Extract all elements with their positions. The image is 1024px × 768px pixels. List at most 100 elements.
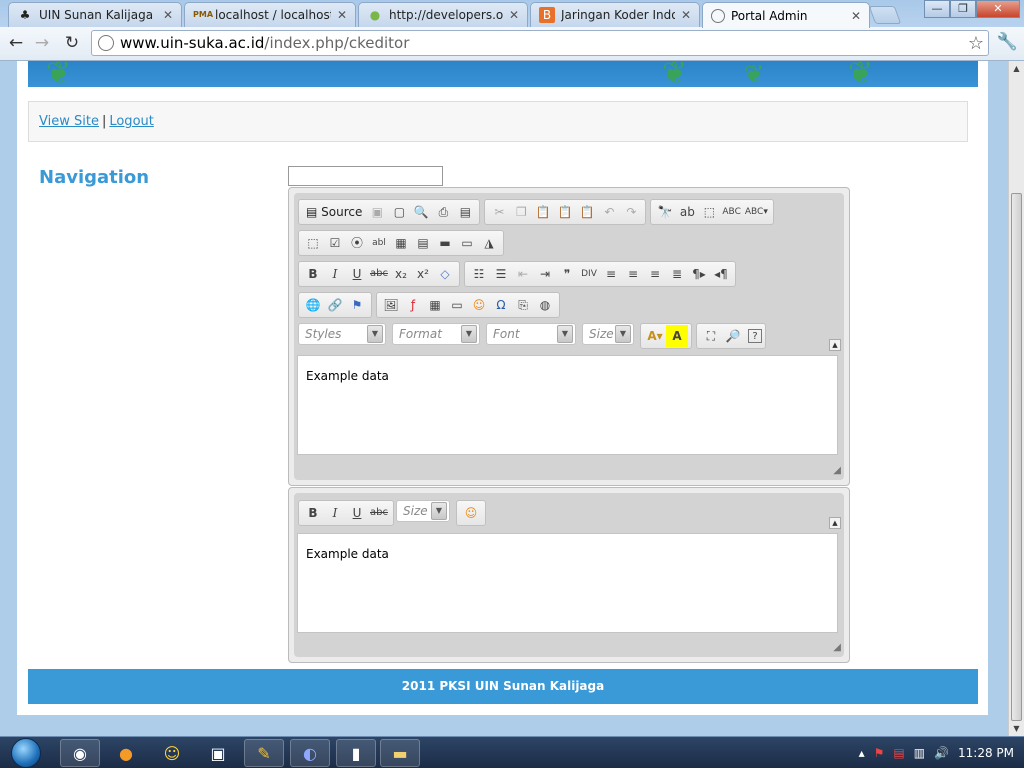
title-input[interactable]: [288, 166, 443, 186]
back-button[interactable]: ←: [4, 32, 28, 54]
eclipse-taskbar-icon[interactable]: ◐: [290, 739, 330, 767]
editor-content-area[interactable]: Example data: [297, 355, 838, 455]
numbered-list-icon[interactable]: ☷: [468, 263, 490, 285]
align-center-icon[interactable]: ≡: [622, 263, 644, 285]
superscript-icon[interactable]: x²: [412, 263, 434, 285]
italic-icon[interactable]: I: [324, 502, 346, 524]
paste-icon[interactable]: 📋: [532, 201, 554, 223]
font-dropdown[interactable]: Font ▼: [486, 323, 576, 345]
minimize-button[interactable]: —: [924, 0, 950, 18]
hidden-field-icon[interactable]: ◮: [478, 232, 500, 254]
tab-jaringan-koder[interactable]: B Jaringan Koder Indones ✕: [530, 2, 700, 27]
remove-format-icon[interactable]: ◇: [434, 263, 456, 285]
bookmark-star-icon[interactable]: ☆: [968, 33, 984, 54]
italic-icon[interactable]: I: [324, 263, 346, 285]
size-dropdown[interactable]: Size ▼: [582, 323, 634, 345]
bold-icon[interactable]: B: [302, 263, 324, 285]
logout-link[interactable]: Logout: [109, 114, 154, 129]
close-icon[interactable]: ✕: [849, 9, 863, 23]
resize-grip-icon[interactable]: ◢: [829, 465, 841, 477]
editor-taskbar-icon[interactable]: ✎: [244, 739, 284, 767]
find-icon[interactable]: 🔭: [654, 201, 676, 223]
tab-uin[interactable]: ♣ UIN Sunan Kalijaga Yog ✕: [8, 2, 182, 27]
maximize-icon[interactable]: ⛶: [700, 325, 722, 347]
view-site-link[interactable]: View Site: [39, 114, 99, 129]
special-char-icon[interactable]: Ω: [490, 294, 512, 316]
desktop-taskbar-icon[interactable]: ▣: [198, 739, 238, 767]
image-icon[interactable]: 🖼: [380, 294, 402, 316]
copy-icon[interactable]: ❐: [510, 201, 532, 223]
collapse-toolbar-icon[interactable]: ▲: [829, 339, 841, 351]
textfield-icon[interactable]: abl: [368, 232, 390, 254]
link-icon[interactable]: 🌐: [302, 294, 324, 316]
start-button[interactable]: [4, 737, 48, 768]
table-icon[interactable]: ▦: [424, 294, 446, 316]
network-icon[interactable]: ▥: [914, 746, 925, 760]
select-field-icon[interactable]: ▤: [412, 232, 434, 254]
ltr-icon[interactable]: ¶▸: [688, 263, 710, 285]
iframe-icon[interactable]: ◍: [534, 294, 556, 316]
messenger-taskbar-icon[interactable]: ☺: [152, 739, 192, 767]
textarea-icon[interactable]: ▦: [390, 232, 412, 254]
checkbox-icon[interactable]: ☑: [324, 232, 346, 254]
smiley-icon[interactable]: ☺: [468, 294, 490, 316]
tab-phpmyadmin[interactable]: PMA localhost / localhost / c ✕: [184, 2, 356, 27]
show-blocks-icon[interactable]: 🔎: [722, 325, 744, 347]
preview-icon[interactable]: 🔍: [410, 201, 432, 223]
align-left-icon[interactable]: ≡: [600, 263, 622, 285]
select-all-icon[interactable]: ⬚: [698, 201, 720, 223]
strikethrough-icon[interactable]: abc: [368, 502, 390, 524]
underline-icon[interactable]: U: [346, 502, 368, 524]
firefox-taskbar-icon[interactable]: ●: [106, 739, 146, 767]
bg-color-icon[interactable]: A: [666, 325, 688, 347]
underline-icon[interactable]: U: [346, 263, 368, 285]
forward-button[interactable]: →: [30, 32, 54, 54]
templates-icon[interactable]: ▤: [454, 201, 476, 223]
source-button[interactable]: ▤ Source: [302, 201, 366, 223]
smiley-icon[interactable]: ☺: [460, 502, 482, 524]
image-button-icon[interactable]: ▭: [456, 232, 478, 254]
scrollbar-thumb[interactable]: [1011, 193, 1022, 721]
redo-icon[interactable]: ↷: [620, 201, 642, 223]
scroll-down-icon[interactable]: ▼: [1009, 721, 1024, 736]
action-center-icon[interactable]: ▤: [893, 746, 904, 760]
close-icon[interactable]: ✕: [161, 8, 175, 22]
save-icon[interactable]: ▣: [366, 201, 388, 223]
justify-icon[interactable]: ≣: [666, 263, 688, 285]
paste-word-icon[interactable]: 📋: [576, 201, 598, 223]
strikethrough-icon[interactable]: abc: [368, 263, 390, 285]
close-icon[interactable]: ✕: [335, 8, 349, 22]
editor-content-area[interactable]: Example data: [297, 533, 838, 633]
address-bar[interactable]: www.uin-suka.ac.id/index.php/ckeditor ☆: [91, 30, 989, 56]
resize-grip-icon[interactable]: ◢: [829, 642, 841, 654]
tab-portal-admin[interactable]: Portal Admin ✕: [702, 2, 870, 28]
indent-icon[interactable]: ⇥: [534, 263, 556, 285]
undo-icon[interactable]: ↶: [598, 201, 620, 223]
spellcheck-icon[interactable]: ABC: [720, 201, 742, 223]
close-window-button[interactable]: ✕: [976, 0, 1020, 18]
rtl-icon[interactable]: ◂¶: [710, 263, 732, 285]
close-icon[interactable]: ✕: [507, 8, 521, 22]
explorer-taskbar-icon[interactable]: ▬: [380, 739, 420, 767]
subscript-icon[interactable]: x₂: [390, 263, 412, 285]
horizontal-rule-icon[interactable]: ▭: [446, 294, 468, 316]
button-field-icon[interactable]: ▬: [434, 232, 456, 254]
spellcheck-dropdown-icon[interactable]: ABC▾: [743, 201, 770, 223]
wrench-icon[interactable]: 🔧: [997, 32, 1018, 52]
reload-button[interactable]: ↻: [60, 32, 84, 54]
new-page-icon[interactable]: ▢: [388, 201, 410, 223]
styles-dropdown[interactable]: Styles ▼: [298, 323, 386, 345]
blockquote-icon[interactable]: ❞: [556, 263, 578, 285]
tab-developers[interactable]: ● http://developers.or.id/ ✕: [358, 2, 528, 27]
new-tab-button[interactable]: [868, 6, 902, 24]
volume-icon[interactable]: 🔊: [934, 746, 949, 760]
anchor-icon[interactable]: ⚑: [346, 294, 368, 316]
cmd-taskbar-icon[interactable]: ▮: [336, 739, 376, 767]
cut-icon[interactable]: ✂: [488, 201, 510, 223]
show-hidden-icons-icon[interactable]: ▴: [859, 746, 865, 760]
print-icon[interactable]: ⎙: [432, 201, 454, 223]
about-icon[interactable]: ?: [748, 329, 762, 343]
text-color-icon[interactable]: A▾: [644, 325, 666, 347]
create-div-icon[interactable]: DIV: [578, 263, 600, 285]
clock[interactable]: 11:28 PM: [958, 746, 1014, 760]
